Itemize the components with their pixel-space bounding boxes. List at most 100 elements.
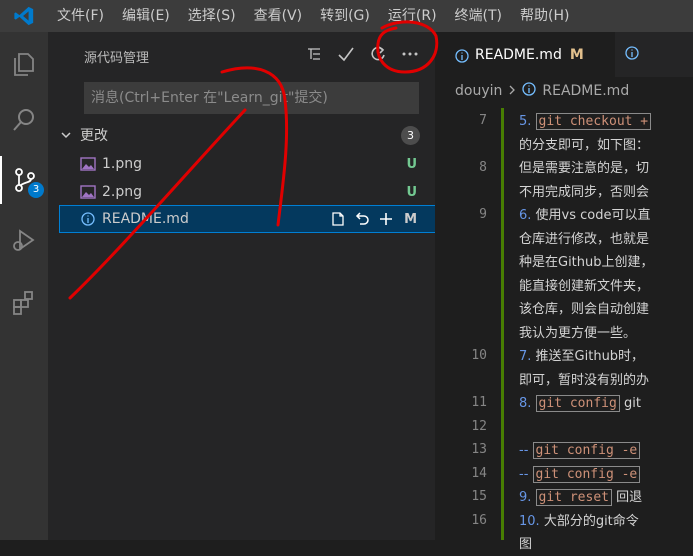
editor-tabs: README.md M	[435, 32, 693, 77]
file-name: README.md	[102, 211, 189, 227]
line-text: 使用vs code可以直	[535, 208, 651, 223]
line-number: 15	[471, 489, 487, 504]
list-marker: --	[519, 443, 533, 458]
code-line: -- git config -e	[519, 463, 641, 486]
code-line: 的分支即可，如下图：	[519, 134, 649, 157]
list-marker: 8.	[519, 396, 536, 411]
line-text: 种是在Github上创建，	[519, 255, 654, 270]
line-text: 不用完成同步，否则会	[519, 184, 650, 200]
commit-message-input[interactable]: 消息(Ctrl+Enter 在"Learn_git"提交)	[84, 82, 419, 114]
list-marker: 7.	[519, 349, 536, 364]
tab-label: README.md	[475, 46, 562, 63]
chevron-right-icon	[508, 83, 516, 99]
explorer-icon[interactable]	[0, 40, 48, 88]
file-name: 1.png	[102, 156, 143, 172]
file-status-untracked: U	[406, 156, 417, 172]
line-text: 推送至Github时，	[535, 349, 645, 364]
extensions-icon[interactable]	[0, 278, 48, 326]
line-number: 16	[471, 512, 487, 528]
code-line: 但是需要注意的是，切	[519, 157, 649, 180]
image-file-icon	[80, 184, 96, 200]
file-row-actions	[329, 210, 395, 228]
refresh-icon[interactable]	[367, 42, 389, 66]
panel-actions	[303, 42, 421, 66]
list-marker: 5.	[519, 114, 536, 129]
code-line: 种是在Github上创建，	[519, 251, 654, 274]
code-editor[interactable]: 7 5. git checkout + 的分支即可，如下图： 8 但是需要注意的是，切不…	[435, 108, 693, 552]
title-bar: 文件(F) 编辑(E) 选择(S) 查看(V) 转到(G) 运行(R) 终端(T…	[0, 0, 693, 32]
file-row[interactable]: 2.png U	[60, 179, 435, 205]
changes-count-badge: 3	[401, 126, 420, 145]
changes-group-header[interactable]: 更改 3	[60, 124, 420, 146]
file-status-modified: M	[404, 211, 417, 227]
panel-title: 源代码管理	[84, 51, 150, 66]
source-control-panel: 源代码管理 消息(Ctrl+Enter 在"Learn_git"提交) 更改 3	[48, 32, 436, 540]
info-file-icon	[80, 211, 96, 227]
menu-edit[interactable]: 编辑(E)	[113, 0, 179, 32]
file-name: 2.png	[102, 184, 143, 200]
inline-code: git config	[535, 395, 620, 412]
view-as-tree-icon[interactable]	[303, 42, 325, 66]
changes-badge: 3	[28, 182, 44, 198]
editor-area: README.md M douyin README.md 7 5. git che…	[435, 32, 693, 552]
chevron-down-icon	[60, 126, 80, 145]
code-line: 即可，暂时没有别的办	[519, 369, 649, 392]
line-text: 该仓库，则会自动创建	[519, 302, 650, 317]
tab-modified-badge: M	[569, 46, 584, 63]
line-number: 9	[479, 207, 487, 222]
tab-secondary[interactable]	[617, 32, 693, 77]
code-line: 不用完成同步，否则会	[519, 181, 649, 204]
menu-file[interactable]: 文件(F)	[48, 0, 113, 32]
line-text: 大部分的git命令	[543, 513, 639, 529]
breadcrumb-file[interactable]: README.md	[542, 83, 629, 99]
menu-terminal[interactable]: 终端(T)	[446, 0, 511, 32]
line-text: 回退	[616, 490, 643, 505]
code-line: 9. git reset 回退	[519, 486, 642, 509]
inline-code: git reset	[535, 489, 612, 506]
file-row-selected[interactable]: README.md M	[59, 205, 436, 233]
line-number: 11	[471, 395, 487, 410]
code-line: 能直接创建新文件夹，	[519, 275, 649, 298]
menu-view[interactable]: 查看(V)	[245, 0, 312, 32]
code-line: 5. git checkout +	[519, 110, 652, 133]
inline-code: git checkout +	[535, 113, 652, 130]
menu-go[interactable]: 转到(G)	[311, 0, 379, 32]
activity-bar: 3	[0, 32, 48, 540]
line-number: 12	[471, 418, 487, 434]
vscode-logo-icon	[0, 0, 48, 32]
breadcrumb-folder[interactable]: douyin	[455, 83, 502, 99]
open-file-icon[interactable]	[329, 210, 347, 228]
search-icon[interactable]	[0, 96, 48, 144]
gutter-modified-bar	[501, 108, 504, 384]
code-line: 7. 推送至Github时，	[519, 345, 644, 368]
line-number: 10	[471, 348, 487, 363]
inline-code: git config -e	[532, 442, 641, 459]
inline-code: git config -e	[532, 465, 641, 483]
gutter-added-bar	[501, 384, 504, 540]
code-line: 8. git config git	[519, 392, 641, 415]
source-control-icon[interactable]: 3	[0, 156, 48, 204]
code-line: 我认为更方便一些。	[519, 322, 636, 345]
line-text: 图	[519, 537, 533, 552]
line-number: 8	[479, 160, 487, 175]
tab-readme[interactable]: README.md M	[435, 32, 615, 77]
line-number: 14	[471, 465, 487, 481]
info-file-icon	[522, 82, 537, 100]
menu-selection[interactable]: 选择(S)	[179, 0, 245, 32]
line-number: 13	[471, 442, 487, 457]
code-line: 10. 大部分的git命令	[519, 510, 639, 533]
list-marker: --	[519, 466, 533, 482]
file-row[interactable]: 1.png U	[60, 151, 435, 177]
breadcrumb: douyin README.md	[435, 77, 693, 105]
more-actions-icon[interactable]	[399, 42, 421, 66]
commit-check-icon[interactable]	[335, 42, 357, 66]
info-file-icon	[455, 48, 469, 63]
run-debug-icon[interactable]	[0, 216, 48, 264]
menu-bar: 文件(F) 编辑(E) 选择(S) 查看(V) 转到(G) 运行(R) 终端(T…	[48, 0, 578, 32]
menu-run[interactable]: 运行(R)	[379, 0, 446, 32]
discard-changes-icon[interactable]	[353, 210, 371, 228]
panel-header: 源代码管理	[48, 32, 435, 77]
code-line: 该仓库，则会自动创建	[519, 298, 649, 321]
menu-help[interactable]: 帮助(H)	[511, 0, 578, 32]
stage-changes-icon[interactable]	[377, 210, 395, 228]
